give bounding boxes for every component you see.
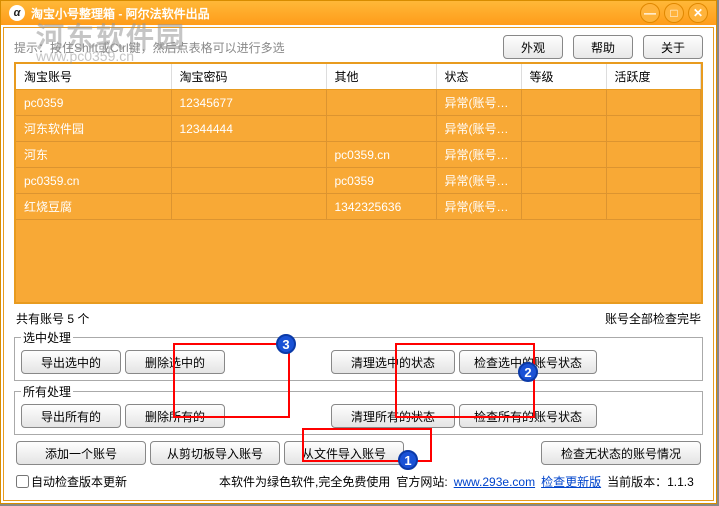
table-cell[interactable]: 河东软件园 (16, 116, 171, 142)
check-all-status-button[interactable]: 检查所有的账号状态 (459, 404, 597, 428)
table-cell[interactable] (171, 142, 326, 168)
table-cell[interactable] (606, 90, 701, 116)
table-cell[interactable] (606, 168, 701, 194)
content-area: 提示：按住Shift或Ctrl键，然后点表格可以进行多选 外观 帮助 关于 淘宝… (3, 27, 714, 501)
check-nostatus-button[interactable]: 检查无状态的账号情况 (541, 441, 701, 465)
status-text: 账号全部检查完毕 (605, 310, 701, 327)
table-row[interactable]: 河东 pc0359.cn异常(账号… (16, 142, 701, 168)
table-row[interactable]: 河东软件园12344444 异常(账号… (16, 116, 701, 142)
count-text: 共有账号 5 个 (16, 310, 605, 327)
import-clipboard-button[interactable]: 从剪切板导入账号 (150, 441, 280, 465)
export-selected-button[interactable]: 导出选中的 (21, 350, 121, 374)
table-cell[interactable] (606, 194, 701, 220)
delete-selected-button[interactable]: 删除选中的 (125, 350, 225, 374)
clear-all-status-button[interactable]: 清理所有的状态 (331, 404, 455, 428)
footer: 自动检查版本更新 本软件为绿色软件,完全免费使用 官方网站: www.293e.… (14, 473, 703, 490)
table-cell[interactable] (606, 142, 701, 168)
all-group: 所有处理 导出所有的 删除所有的 清理所有的状态 检查所有的账号状态 (14, 383, 703, 435)
table-cell[interactable]: 1342325636 (326, 194, 436, 220)
site-label: 官方网站: (396, 473, 447, 490)
selected-group: 选中处理 导出选中的 删除选中的 清理选中的状态 检查选中的账号状态 (14, 329, 703, 381)
table-cell[interactable] (521, 194, 606, 220)
export-all-button[interactable]: 导出所有的 (21, 404, 121, 428)
table-cell[interactable]: 异常(账号… (436, 168, 521, 194)
selected-legend: 选中处理 (21, 329, 73, 346)
table-cell[interactable]: 12344444 (171, 116, 326, 142)
col-status[interactable]: 状态 (436, 64, 521, 90)
add-account-button[interactable]: 添加一个账号 (16, 441, 146, 465)
table-cell[interactable]: 异常(账号… (436, 142, 521, 168)
table-row[interactable]: 红烧豆腐 1342325636异常(账号… (16, 194, 701, 220)
table-row[interactable]: pc0359.cn pc0359异常(账号… (16, 168, 701, 194)
table-cell[interactable] (521, 90, 606, 116)
top-row: 提示：按住Shift或Ctrl键，然后点表格可以进行多选 外观 帮助 关于 (14, 32, 703, 62)
app-icon: α (9, 5, 25, 21)
table-cell[interactable]: pc0359 (326, 168, 436, 194)
count-row: 共有账号 5 个 账号全部检查完毕 (14, 310, 703, 327)
autocheck-checkbox[interactable] (16, 475, 29, 488)
autocheck-label[interactable]: 自动检查版本更新 (16, 473, 127, 490)
table-cell[interactable] (326, 90, 436, 116)
accounts-table[interactable]: 淘宝账号 淘宝密码 其他 状态 等级 活跃度 pc035912345677异常(… (16, 64, 701, 220)
check-selected-status-button[interactable]: 检查选中的账号状态 (459, 350, 597, 374)
help-button[interactable]: 帮助 (573, 35, 633, 59)
version-label: 当前版本：1.1.3 (607, 473, 694, 490)
table-cell[interactable]: 河东 (16, 142, 171, 168)
window-title: 淘宝小号整理箱 - 阿尔法软件出品 (31, 5, 640, 22)
table-cell[interactable]: 异常(账号… (436, 194, 521, 220)
all-legend: 所有处理 (21, 383, 73, 400)
window-controls: — □ ✕ (640, 3, 708, 23)
table-cell[interactable] (606, 116, 701, 142)
close-button[interactable]: ✕ (688, 3, 708, 23)
table-cell[interactable] (171, 194, 326, 220)
col-account[interactable]: 淘宝账号 (16, 64, 171, 90)
appearance-button[interactable]: 外观 (503, 35, 563, 59)
app-window: α 淘宝小号整理箱 - 阿尔法软件出品 — □ ✕ 提示：按住Shift或Ctr… (0, 0, 717, 504)
table-cell[interactable]: pc0359.cn (326, 142, 436, 168)
col-password[interactable]: 淘宝密码 (171, 64, 326, 90)
maximize-button[interactable]: □ (664, 3, 684, 23)
bottom-button-row: 添加一个账号 从剪切板导入账号 从文件导入账号 检查无状态的账号情况 (14, 441, 703, 465)
about-button[interactable]: 关于 (643, 35, 703, 59)
table-cell[interactable] (521, 116, 606, 142)
import-file-button[interactable]: 从文件导入账号 (284, 441, 404, 465)
clear-selected-status-button[interactable]: 清理选中的状态 (331, 350, 455, 374)
table-cell[interactable] (326, 116, 436, 142)
table-cell[interactable]: pc0359.cn (16, 168, 171, 194)
table-cell[interactable] (521, 142, 606, 168)
table-container: 淘宝账号 淘宝密码 其他 状态 等级 活跃度 pc035912345677异常(… (14, 62, 703, 304)
minimize-button[interactable]: — (640, 3, 660, 23)
col-other[interactable]: 其他 (326, 64, 436, 90)
table-row[interactable]: pc035912345677 异常(账号… (16, 90, 701, 116)
titlebar: α 淘宝小号整理箱 - 阿尔法软件出品 — □ ✕ (1, 1, 716, 25)
green-software-text: 本软件为绿色软件,完全免费使用 (219, 473, 390, 490)
table-cell[interactable] (171, 168, 326, 194)
update-link[interactable]: 检查更新版 (541, 473, 601, 490)
col-level[interactable]: 等级 (521, 64, 606, 90)
hint-text: 提示：按住Shift或Ctrl键，然后点表格可以进行多选 (14, 39, 493, 56)
site-link[interactable]: www.293e.com (454, 475, 535, 489)
delete-all-button[interactable]: 删除所有的 (125, 404, 225, 428)
col-activity[interactable]: 活跃度 (606, 64, 701, 90)
table-cell[interactable]: 异常(账号… (436, 116, 521, 142)
table-cell[interactable]: 12345677 (171, 90, 326, 116)
table-cell[interactable]: pc0359 (16, 90, 171, 116)
table-cell[interactable]: 异常(账号… (436, 90, 521, 116)
table-cell[interactable]: 红烧豆腐 (16, 194, 171, 220)
table-cell[interactable] (521, 168, 606, 194)
